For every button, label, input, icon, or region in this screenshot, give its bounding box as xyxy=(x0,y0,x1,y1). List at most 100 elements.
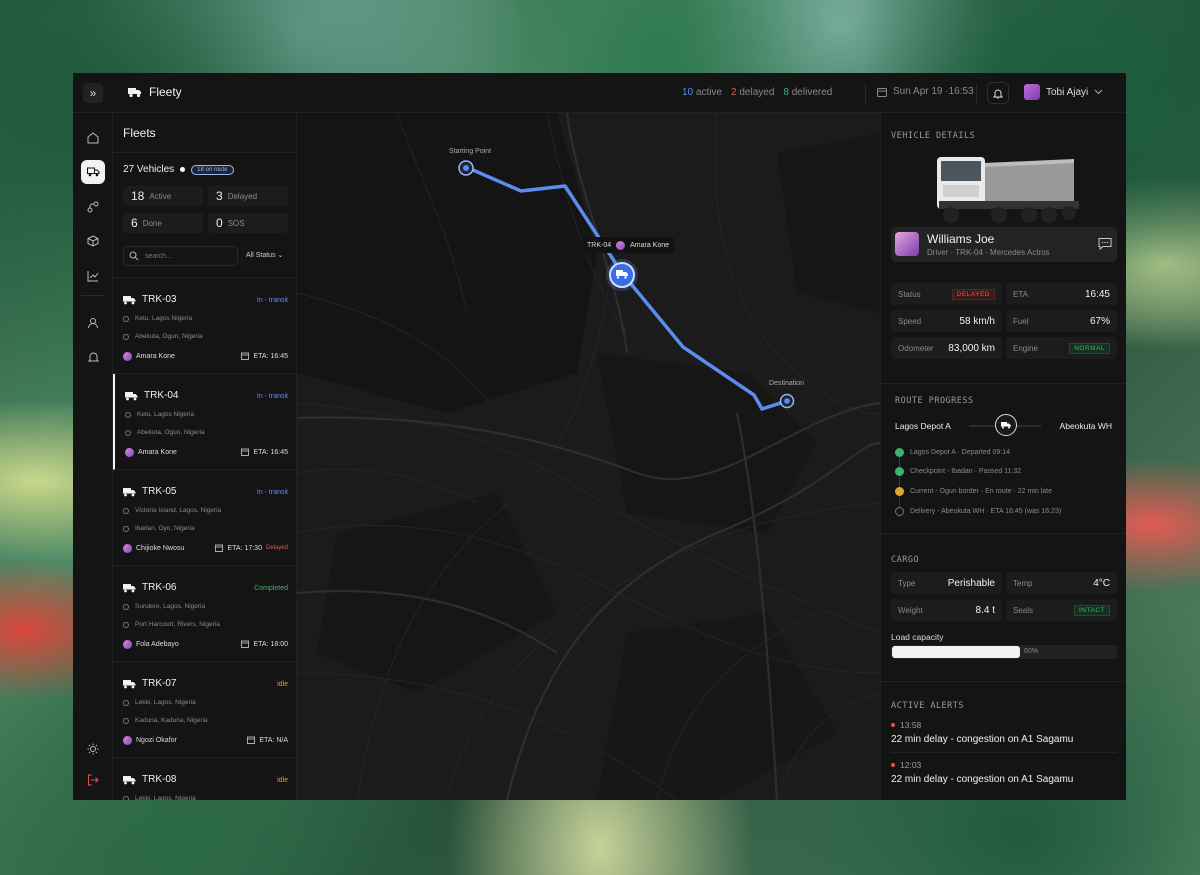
divider xyxy=(865,83,866,103)
pending-dot-icon xyxy=(895,507,904,516)
notifications-button[interactable] xyxy=(987,82,1009,104)
divider xyxy=(881,383,1126,384)
stat-sos[interactable]: 0 SOS xyxy=(208,213,288,233)
cargo-title: CARGO xyxy=(891,555,920,565)
vehicle-card[interactable]: TRK-06 Completed Surulere, Lagos, Nigeria P… xyxy=(113,566,296,662)
analytics-icon[interactable] xyxy=(81,264,105,288)
user-name: Tobi Ajayi xyxy=(1046,86,1089,98)
vehicle-details-title: VEHICLE DETAILS xyxy=(891,131,976,141)
stat-delayed[interactable]: 3 Delayed xyxy=(208,186,288,206)
alert-dot-icon xyxy=(891,723,895,727)
destination: Abekuta, Ogun, Nigeria xyxy=(125,429,205,436)
driver: Amara Kone xyxy=(125,448,177,457)
rail-divider xyxy=(81,295,105,296)
stat-done[interactable]: 6 Done xyxy=(123,213,203,233)
truck-logo-icon xyxy=(128,87,141,97)
datetime: Sun Apr 19 ·16:53 xyxy=(877,86,974,97)
route-progress-title: ROUTE PROGRESS xyxy=(895,396,974,406)
route-progress-knob[interactable] xyxy=(995,414,1017,436)
brand: Fleety xyxy=(128,85,182,99)
map-canvas xyxy=(297,113,880,800)
engine-badge: NORMAL xyxy=(1069,342,1110,354)
vehicle-id: TRK-05 xyxy=(123,486,176,497)
fleets-title: Fleets xyxy=(123,126,156,140)
expand-sidebar-icon[interactable]: » xyxy=(83,83,103,103)
load-capacity-bar: 60% xyxy=(891,645,1117,659)
vehicle-card[interactable]: TRK-03 In - transit Ketu, Lagos Nigeria Abe… xyxy=(113,278,296,374)
truck-icon xyxy=(125,391,138,400)
avatar xyxy=(616,240,626,250)
origin-icon xyxy=(125,411,131,418)
home-icon[interactable] xyxy=(81,126,105,150)
logout-icon[interactable] xyxy=(81,768,105,792)
vehicle-card[interactable]: TRK-04 In - transit Ketu, Lagos Nigeria Abe… xyxy=(113,374,296,470)
eta: ETA: 17:30 Delayed xyxy=(215,544,288,552)
vehicle-id: TRK-03 xyxy=(123,294,176,305)
package-icon[interactable] xyxy=(81,229,105,253)
origin-icon xyxy=(123,795,129,800)
timeline-connector xyxy=(899,477,900,487)
status-filter-dropdown[interactable]: All Status ⌄ xyxy=(246,251,283,259)
vehicle-id: TRK-04 xyxy=(125,390,178,401)
chevron-down-icon xyxy=(1094,89,1103,95)
user-icon[interactable] xyxy=(81,311,105,335)
status-field: Status DELAYED xyxy=(891,283,1002,305)
location-pin-icon xyxy=(123,525,129,532)
alert-dot-icon xyxy=(891,763,895,767)
avatar xyxy=(123,736,132,745)
divider xyxy=(976,83,977,103)
user-menu[interactable]: Tobi Ajayi xyxy=(1024,84,1103,100)
vehicle-card[interactable]: TRK-07 idle Lekki, Lagos, Nigeria Kaduna, K… xyxy=(113,662,296,758)
chat-icon[interactable] xyxy=(1098,237,1112,250)
destination-pin-icon[interactable] xyxy=(779,393,795,409)
stat-active[interactable]: 18 Active xyxy=(123,186,203,206)
status-badge: idle xyxy=(277,681,288,688)
routes-icon[interactable] xyxy=(81,195,105,219)
calendar-icon xyxy=(247,736,256,744)
avatar xyxy=(123,352,132,361)
status-badge: idle xyxy=(277,777,288,784)
status-badge: Completed xyxy=(254,585,288,592)
driver: Chijioke Nwosu xyxy=(123,544,184,553)
vehicle-marker-icon[interactable] xyxy=(606,259,638,291)
theme-sun-icon[interactable] xyxy=(81,737,105,761)
status-badge: In - transit xyxy=(256,393,288,400)
location-pin-icon xyxy=(125,429,131,436)
alert-item[interactable]: 12:03 22 min delay - congestion on A1 Sa… xyxy=(891,760,1117,785)
calendar-icon xyxy=(241,352,250,360)
origin: Ketu, Lagos Nigeria xyxy=(123,315,192,322)
vehicle-card[interactable]: TRK-05 In - transit Victoria Island, Lagos… xyxy=(113,470,296,566)
eta-field: ETA 16:45 xyxy=(1006,283,1117,305)
map-view[interactable]: Starting Point Destination TRK-04 Amara … xyxy=(297,113,880,800)
delayed-tag: Delayed xyxy=(265,545,288,551)
check-icon xyxy=(895,448,904,457)
fleet-truck-icon[interactable] xyxy=(81,160,105,184)
on-route-badge: 18 on route xyxy=(191,164,234,175)
clock-icon xyxy=(895,487,904,496)
fuel-field: Fuel 67% xyxy=(1006,310,1117,332)
search-input[interactable]: search... xyxy=(123,246,238,266)
truck-icon xyxy=(1001,422,1011,429)
bell-icon[interactable] xyxy=(81,345,105,369)
header-stats: 10 active 2 delayed 8 delivered xyxy=(682,87,832,98)
destination: Ibadan, Oyo, Nigeria xyxy=(123,525,195,532)
status-badge: In - transit xyxy=(256,489,288,496)
origin: Surulere, Lagos, Nigeria xyxy=(123,603,205,610)
destination: Port Harcourt, Rivers, Nigeria xyxy=(123,621,220,628)
vehicle-count: 27 Vehicles 18 on route xyxy=(123,164,234,175)
timeline-item: Lagos Depot A · Departed 09:14 xyxy=(895,448,1010,457)
timeline-connector xyxy=(899,497,900,507)
vehicle-id: TRK-06 xyxy=(123,582,176,593)
top-bar: » Fleety 10 active 2 delayed 8 delivered… xyxy=(73,73,1126,113)
origin: Victoria Island, Lagos, Nigeria xyxy=(123,507,221,514)
nav-rail xyxy=(73,113,113,800)
avatar xyxy=(1024,84,1040,100)
driver-card[interactable]: Williams Joe Driver · TRK-04 · Mercedes … xyxy=(891,227,1117,262)
dot-icon xyxy=(180,167,186,172)
app-name: Fleety xyxy=(149,85,182,99)
start-pin-icon[interactable] xyxy=(458,160,474,176)
odometer-field: Odometer 83,000 km xyxy=(891,337,1002,359)
alert-item[interactable]: 13:58 22 min delay - congestion on A1 Sa… xyxy=(891,720,1117,745)
vehicle-card[interactable]: TRK-08 idle Lekki, Lagos, Nigeria xyxy=(113,758,296,800)
truck-icon xyxy=(123,775,136,784)
